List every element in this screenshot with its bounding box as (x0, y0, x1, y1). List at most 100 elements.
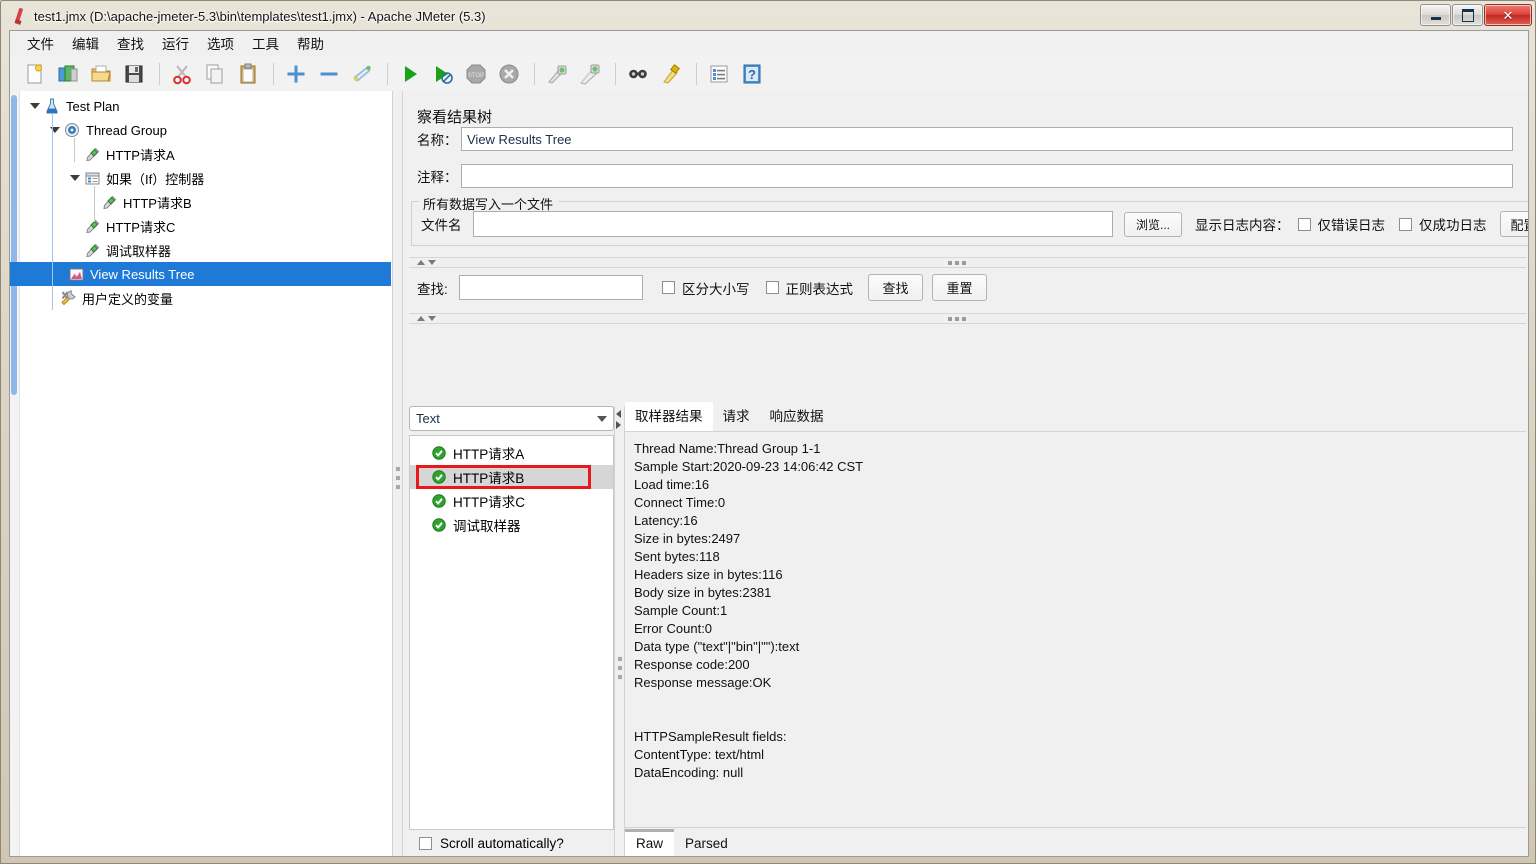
regex-checkbox[interactable] (765, 281, 779, 294)
comment-input[interactable] (461, 164, 1513, 188)
function-helper-icon[interactable] (704, 59, 734, 89)
menu-file[interactable]: 文件 (18, 31, 63, 56)
search-label: 查找: (417, 281, 448, 297)
search-input[interactable] (459, 275, 643, 300)
divider-collapse-arrows[interactable] (417, 316, 436, 321)
maximize-icon (1461, 8, 1474, 22)
renderer-select[interactable]: Text (409, 406, 614, 431)
top-divider-strip[interactable] (409, 257, 1526, 268)
tab-raw[interactable]: Raw (625, 829, 675, 856)
splitter-arrows[interactable] (616, 410, 621, 429)
list-item[interactable]: 调试取样器 (410, 513, 613, 537)
results-splitter[interactable] (614, 406, 625, 856)
list-item[interactable]: HTTP请求C (410, 489, 613, 513)
tree-node-http-request-c[interactable]: HTTP请求C (19, 214, 391, 238)
copy-icon[interactable] (200, 59, 230, 89)
tree-node-if-controller[interactable]: 如果（If）控制器 (19, 166, 391, 190)
tree-line (52, 114, 53, 310)
collapse-up-icon[interactable] (417, 316, 425, 321)
window-frame: test1.jmx (D:\apache-jmeter-5.3\bin\temp… (0, 0, 1536, 864)
collapse-down-icon[interactable] (428, 260, 436, 265)
tree-node-debug-sampler[interactable]: 调试取样器 (19, 238, 391, 262)
menu-run[interactable]: 运行 (153, 31, 198, 56)
comment-label: 注释： (417, 170, 458, 185)
tree-node-user-defined-variables[interactable]: 用户定义的变量 (19, 286, 391, 310)
tab-request[interactable]: 请求 (713, 402, 760, 431)
list-item-label: HTTP请求C (453, 495, 525, 510)
menu-search[interactable]: 查找 (108, 31, 153, 56)
divider-grip[interactable] (948, 316, 966, 321)
search-icon[interactable] (623, 59, 653, 89)
menu-help[interactable]: 帮助 (288, 31, 333, 56)
menu-edit[interactable]: 编辑 (63, 31, 108, 56)
menu-options[interactable]: 选项 (198, 31, 243, 56)
new-icon[interactable] (20, 59, 50, 89)
bottom-divider-strip[interactable] (409, 313, 1526, 324)
errors-only-checkbox[interactable] (1297, 217, 1311, 231)
toggle-icon[interactable] (347, 59, 377, 89)
tree-node-test-plan[interactable]: Test Plan (19, 94, 391, 118)
tree-scrollbar-thumb[interactable] (11, 95, 17, 395)
chevron-left-icon[interactable] (616, 410, 621, 418)
sampler-list[interactable]: HTTP请求A HTTP请求B HTTP请求C 调试取样器 (409, 435, 614, 830)
start-no-timers-icon[interactable] (428, 59, 458, 89)
filename-row: 文件名 浏览... 显示日志内容： 仅错误日志 仅成功日志 配置 (421, 211, 1528, 237)
reset-button[interactable]: 重置 (932, 274, 987, 301)
templates-icon[interactable] (53, 59, 83, 89)
close-button[interactable]: ✕ (1484, 4, 1532, 26)
tree-node-label: Thread Group (86, 122, 167, 138)
cut-icon[interactable] (167, 59, 197, 89)
test-plan-tree-pane: Test Plan Thread Group HTTP请求A 如果（If）控制器… (10, 91, 392, 856)
splitter-grip[interactable] (616, 656, 623, 680)
list-item[interactable]: HTTP请求B (410, 465, 613, 489)
stop-icon[interactable]: STOP (461, 59, 491, 89)
chevron-down-icon[interactable] (67, 175, 83, 181)
menu-tools[interactable]: 工具 (243, 31, 288, 56)
help-icon[interactable]: ? (737, 59, 767, 89)
search-button[interactable]: 查找 (868, 274, 923, 301)
search-reset-icon[interactable] (656, 59, 686, 89)
collapse-all-icon[interactable] (314, 59, 344, 89)
case-sensitive-checkbox[interactable] (662, 281, 675, 294)
configure-button[interactable]: 配置 (1499, 211, 1528, 237)
expand-all-icon[interactable] (281, 59, 311, 89)
clear-icon[interactable] (542, 59, 572, 89)
tab-sampler-result[interactable]: 取样器结果 (625, 402, 713, 431)
chevron-down-icon[interactable] (27, 103, 43, 109)
divider-grip[interactable] (948, 260, 966, 265)
result-tabs: 取样器结果 请求 响应数据 (625, 402, 1526, 431)
shutdown-icon[interactable] (494, 59, 524, 89)
tree-panel-splitter[interactable] (392, 91, 403, 856)
group-border (559, 201, 1528, 202)
tree-node-http-request-b[interactable]: HTTP请求B (19, 190, 391, 214)
maximize-button[interactable] (1452, 4, 1483, 26)
start-icon[interactable] (395, 59, 425, 89)
paste-icon[interactable] (233, 59, 263, 89)
scroll-automatically-checkbox[interactable] (419, 836, 432, 850)
regex-label: 正则表达式 (785, 281, 854, 297)
minimize-button[interactable] (1420, 4, 1451, 26)
splitter-grip[interactable] (394, 466, 401, 490)
http-sampler-icon (83, 217, 101, 235)
success-only-label: 仅成功日志 (1419, 218, 1487, 233)
success-only-checkbox[interactable] (1399, 217, 1412, 231)
name-row: 名称： View Results Tree (417, 127, 1518, 151)
tree-node-view-results-tree[interactable]: View Results Tree (10, 262, 391, 286)
chevron-right-icon[interactable] (616, 421, 621, 429)
tab-parsed[interactable]: Parsed (674, 832, 739, 856)
success-status-icon (432, 470, 446, 484)
browse-button[interactable]: 浏览... (1124, 211, 1182, 237)
chevron-down-icon[interactable] (47, 127, 63, 133)
scroll-automatically-row[interactable]: Scroll automatically? (409, 830, 614, 856)
tree-node-label: HTTP请求A (106, 147, 175, 163)
collapse-down-icon[interactable] (428, 316, 436, 321)
filename-input[interactable] (473, 211, 1113, 237)
tab-response-data[interactable]: 响应数据 (760, 402, 834, 431)
collapse-up-icon[interactable] (417, 260, 425, 265)
clear-all-icon[interactable] (575, 59, 605, 89)
save-icon[interactable] (119, 59, 149, 89)
divider-collapse-arrows[interactable] (417, 260, 436, 265)
list-item[interactable]: HTTP请求A (410, 441, 613, 465)
open-icon[interactable] (86, 59, 116, 89)
name-input[interactable]: View Results Tree (461, 127, 1513, 151)
